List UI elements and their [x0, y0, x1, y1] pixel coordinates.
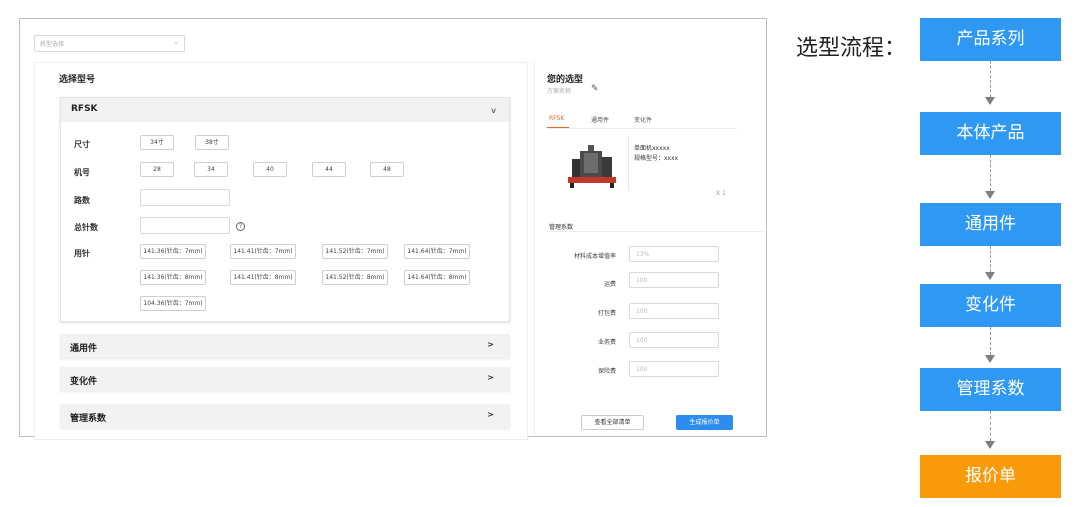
accordion-common-parts[interactable]: 通用件 > [60, 334, 510, 358]
field-label: 保险费 [597, 368, 616, 375]
tab-divider [547, 128, 737, 129]
section-divider [547, 231, 766, 232]
machine-part [572, 159, 580, 177]
accordion-title: 管理系数 [70, 414, 107, 424]
flow-connector [990, 61, 991, 97]
accordion-rfsk: RFSK v [60, 97, 510, 322]
freight-input[interactable]: 100 [629, 272, 719, 288]
model-number-option[interactable]: 48 [370, 162, 404, 177]
model-number-option[interactable]: 40 [253, 162, 287, 177]
model-select[interactable]: 机型选择 ⌄ [34, 35, 185, 52]
total-needles-input[interactable] [140, 217, 230, 234]
field-label: 打包费 [597, 310, 616, 317]
tab-common-parts[interactable]: 通用件 [591, 115, 609, 124]
model-number-option[interactable]: 34 [194, 162, 228, 177]
accordion-rfsk-title: RFSK [71, 104, 98, 114]
needle-option[interactable]: 141.41(针齿：7mm) [230, 244, 296, 259]
flow-connector [990, 411, 991, 441]
flow-step-main-product: 本体产品 [920, 112, 1061, 155]
flow-step-common-parts: 通用件 [920, 203, 1061, 246]
machine-part [588, 145, 594, 151]
size-option[interactable]: 38寸 [195, 135, 229, 150]
machine-leg [570, 183, 574, 188]
machine-base [568, 177, 616, 183]
size-label: 尺寸 [74, 140, 90, 149]
insurance-fee-input[interactable]: 100 [629, 361, 719, 377]
product-spec: 规格型号：xxxx [634, 155, 679, 162]
accordion-title: 变化件 [70, 377, 98, 387]
flow-connector [990, 246, 991, 272]
needle-option[interactable]: 141.64(针齿：7mm) [404, 244, 470, 259]
machine-part [584, 153, 598, 173]
packing-fee-input[interactable]: 100 [629, 303, 719, 319]
needle-option[interactable]: 141.36(针齿：8mm) [140, 270, 206, 285]
product-name: 单面机xxxxx [634, 145, 670, 152]
chevron-right-icon: > [487, 373, 494, 382]
chevron-down-icon: ⌄ [173, 38, 179, 46]
generate-quote-button[interactable]: 生成报价单 [676, 415, 733, 430]
accordion-management-coefficient[interactable]: 管理系数 > [60, 404, 510, 428]
arrow-down-icon [985, 272, 995, 280]
flow-step-product-series: 产品系列 [920, 18, 1061, 61]
business-fee-input[interactable]: 100 [629, 332, 719, 348]
flow-step-management-coefficient: 管理系数 [920, 368, 1061, 411]
model-select-placeholder: 机型选择 [40, 41, 65, 48]
field-label: 运费 [603, 281, 616, 288]
management-coefficient-label: 管理系数 [549, 224, 574, 231]
model-number-option[interactable]: 28 [140, 162, 174, 177]
plan-name-label: 方案名称 [547, 88, 572, 95]
arrow-down-icon [985, 191, 995, 199]
needle-option[interactable]: 104.36(针齿：7mm) [140, 296, 206, 311]
tab-variable-parts[interactable]: 变化件 [634, 115, 652, 124]
needle-option[interactable]: 141.41(针齿：8mm) [230, 270, 296, 285]
field-label: 材料成本增值率 [573, 253, 616, 260]
tab-rfsk[interactable]: RFSK [549, 115, 564, 122]
machine-leg [610, 183, 614, 188]
chevron-down-icon: v [491, 106, 496, 115]
machine-part [602, 157, 612, 179]
size-option[interactable]: 34寸 [140, 135, 174, 150]
paths-label: 路数 [74, 196, 90, 205]
material-cost-rate-input[interactable]: 13% [629, 246, 719, 262]
flow-step-variable-parts: 变化件 [920, 284, 1061, 327]
flow-connector [990, 327, 991, 355]
model-number-label: 机号 [74, 168, 90, 177]
tab-active-underline [547, 127, 569, 128]
chevron-right-icon: > [487, 340, 494, 349]
model-number-option[interactable]: 44 [312, 162, 346, 177]
field-label: 业务费 [597, 339, 616, 346]
select-model-title: 选择型号 [59, 75, 96, 85]
product-divider [628, 136, 629, 191]
help-icon[interactable]: ? [236, 222, 245, 231]
accordion-variable-parts[interactable]: 变化件 > [60, 367, 510, 391]
flow-connector [990, 155, 991, 191]
total-needles-label: 总针数 [74, 223, 98, 232]
your-selection-title: 您的选型 [547, 75, 584, 85]
needle-option[interactable]: 141.64(针齿：8mm) [404, 270, 470, 285]
flow-heading: 选型流程： [796, 36, 907, 61]
arrow-down-icon [985, 441, 995, 449]
accordion-title: 通用件 [70, 344, 98, 354]
needles-label: 用针 [74, 249, 90, 258]
view-all-list-button[interactable]: 查看全部清单 [581, 415, 644, 430]
needle-option[interactable]: 141.52(针齿：8mm) [322, 270, 388, 285]
flow-step-quotation: 报价单 [920, 455, 1061, 498]
needle-option[interactable]: 141.52(针齿：7mm) [322, 244, 388, 259]
product-quantity: X 1 [716, 190, 726, 197]
paths-input[interactable] [140, 189, 230, 206]
pencil-icon[interactable]: ✎ [591, 84, 599, 94]
needle-option[interactable]: 141.36(针齿：7mm) [140, 244, 206, 259]
arrow-down-icon [985, 97, 995, 105]
product-image [568, 145, 616, 188]
accordion-rfsk-header[interactable]: RFSK v [61, 98, 509, 122]
arrow-down-icon [985, 355, 995, 363]
chevron-right-icon: > [487, 410, 494, 419]
